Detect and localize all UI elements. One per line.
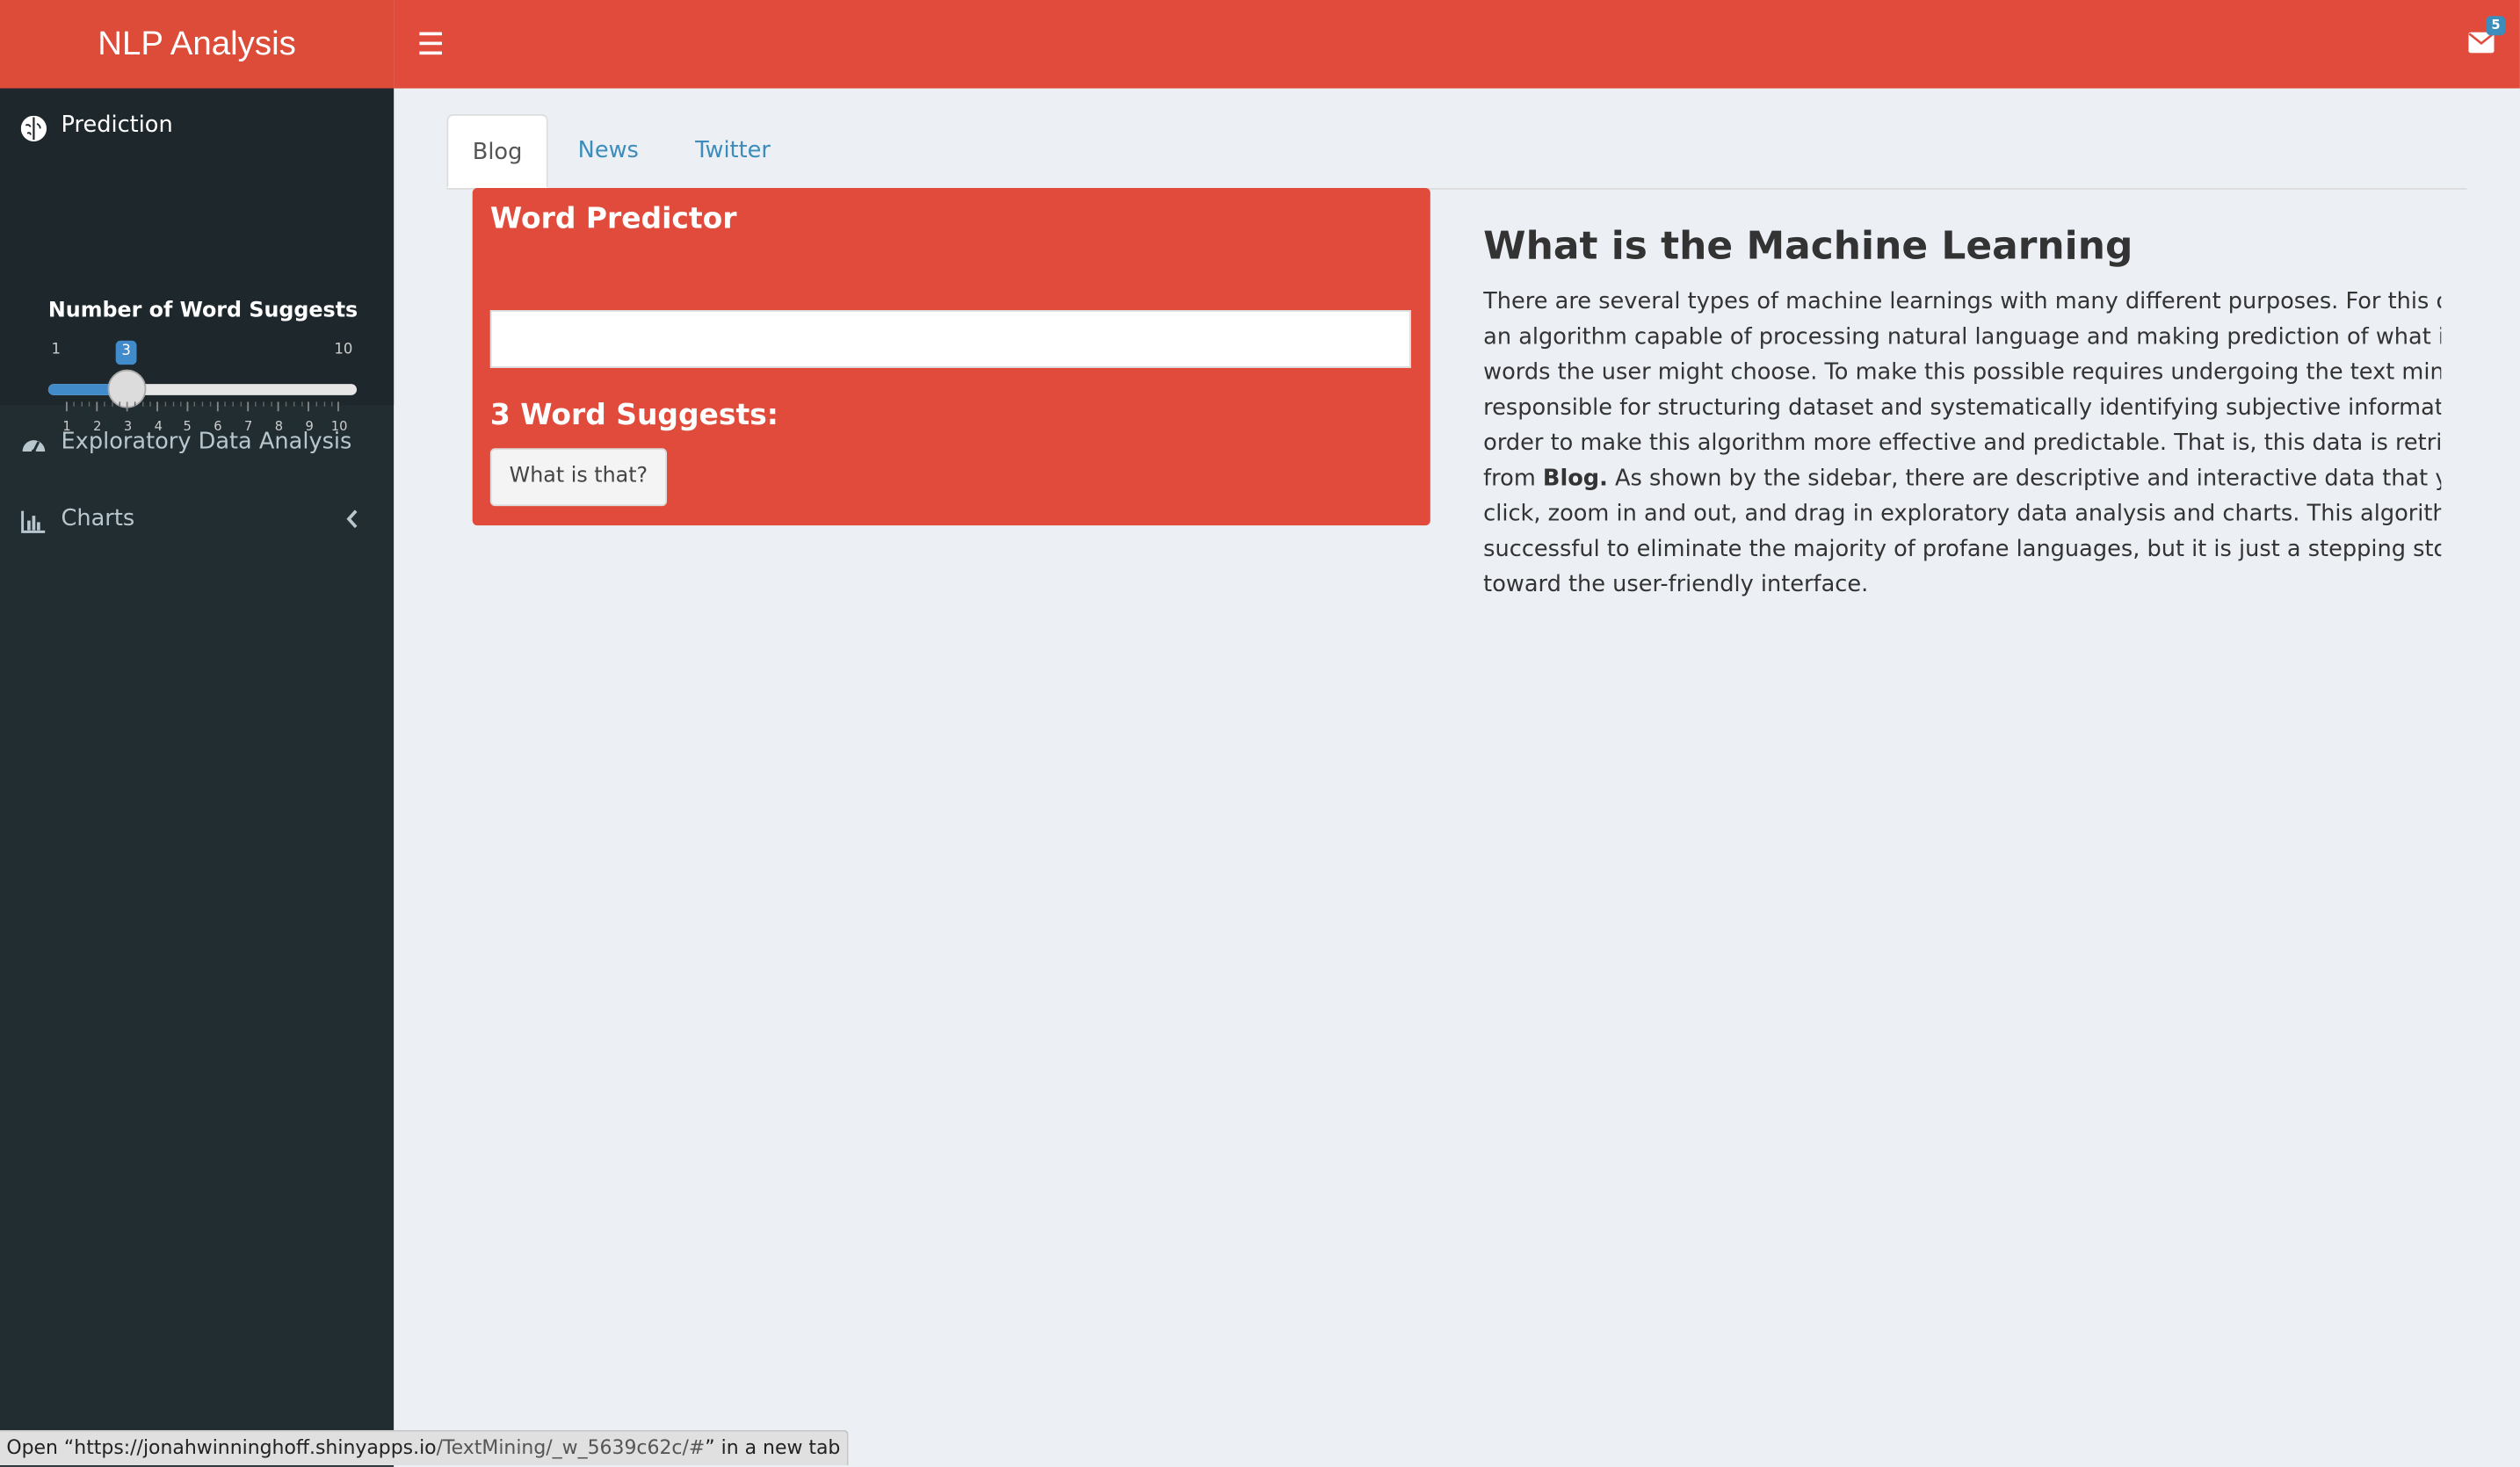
article-line: order to make this algorithm more effect…	[1483, 430, 2442, 457]
bar-chart-icon	[21, 510, 46, 533]
slider-value-bubble: 3	[115, 340, 137, 365]
status-url-host: Open “https://jonahwinninghoff.shinyapps…	[6, 1436, 437, 1459]
brain-icon	[20, 115, 47, 141]
sidebar-item-label: Exploratory Data Analysis	[61, 429, 352, 455]
word-input[interactable]	[489, 309, 1411, 368]
sidebar: Prediction Number of Word Suggests 1 10 …	[0, 88, 395, 1467]
chevron-left-icon[interactable]	[345, 508, 358, 531]
article-line-source: from Blog. As shown by the sidebar, ther…	[1483, 466, 2441, 491]
status-suffix: ” in a new tab	[705, 1436, 841, 1459]
app-title[interactable]: NLP Analysis	[0, 0, 395, 89]
notification-badge: 5	[2486, 16, 2506, 36]
source-name: Blog.	[1542, 466, 1608, 492]
box-title: Word Predictor	[489, 202, 737, 236]
article-line: an algorithm capable of processing natur…	[1483, 324, 2442, 350]
tab-news[interactable]: News	[558, 114, 659, 188]
status-url-path: /TextMining/_w_5639c62c/#	[436, 1436, 706, 1459]
browser-status-bar: Open “https://jonahwinninghoff.shinyapps…	[0, 1429, 849, 1466]
word-predictor-box: Word Predictor 3 Word Suggests: What is …	[472, 187, 1430, 526]
top-navbar: 5	[394, 0, 2520, 89]
sidebar-toggle-icon[interactable]	[419, 32, 442, 55]
article-title: What is the Machine Learning	[1483, 223, 2133, 269]
article-line: successful to eliminate the majority of …	[1483, 536, 2442, 563]
tab-twitter[interactable]: Twitter	[673, 114, 792, 188]
suggestion-button[interactable]: What is that?	[489, 448, 668, 507]
sidebar-item-label: Prediction	[61, 112, 173, 139]
slider-label: Number of Word Suggests	[47, 299, 358, 323]
app-root: NLP Analysis 5 Prediction Number of Word…	[0, 0, 2520, 1467]
dashboard-icon	[22, 440, 46, 454]
slider-max-label: 10	[334, 342, 353, 358]
article-line: words the user might choose. To make thi…	[1483, 359, 2442, 386]
article-line: click, zoom in and out, and drag in expl…	[1483, 501, 2442, 527]
suggestions-title: 3 Word Suggests:	[489, 398, 778, 433]
slider-min-label: 1	[51, 342, 62, 358]
article-line-rest: As shown by the sidebar, there are descr…	[1615, 466, 2442, 492]
sidebar-item-prediction[interactable]: Prediction	[0, 91, 394, 162]
sidebar-item-charts[interactable]: Charts	[0, 485, 394, 555]
article-line: There are several types of machine learn…	[1483, 289, 2442, 315]
content-tabs: Blog News Twitter	[446, 113, 2467, 190]
sidebar-item-label: Charts	[61, 506, 135, 532]
tab-blog[interactable]: Blog	[446, 113, 548, 188]
article-line: responsible for structuring dataset and …	[1483, 394, 2442, 422]
article-line: toward the user-friendly interface.	[1483, 572, 1869, 598]
sidebar-item-exploratory-data-analysis[interactable]: Exploratory Data Analysis	[0, 408, 394, 479]
article-line-prefix: from	[1483, 466, 1536, 492]
